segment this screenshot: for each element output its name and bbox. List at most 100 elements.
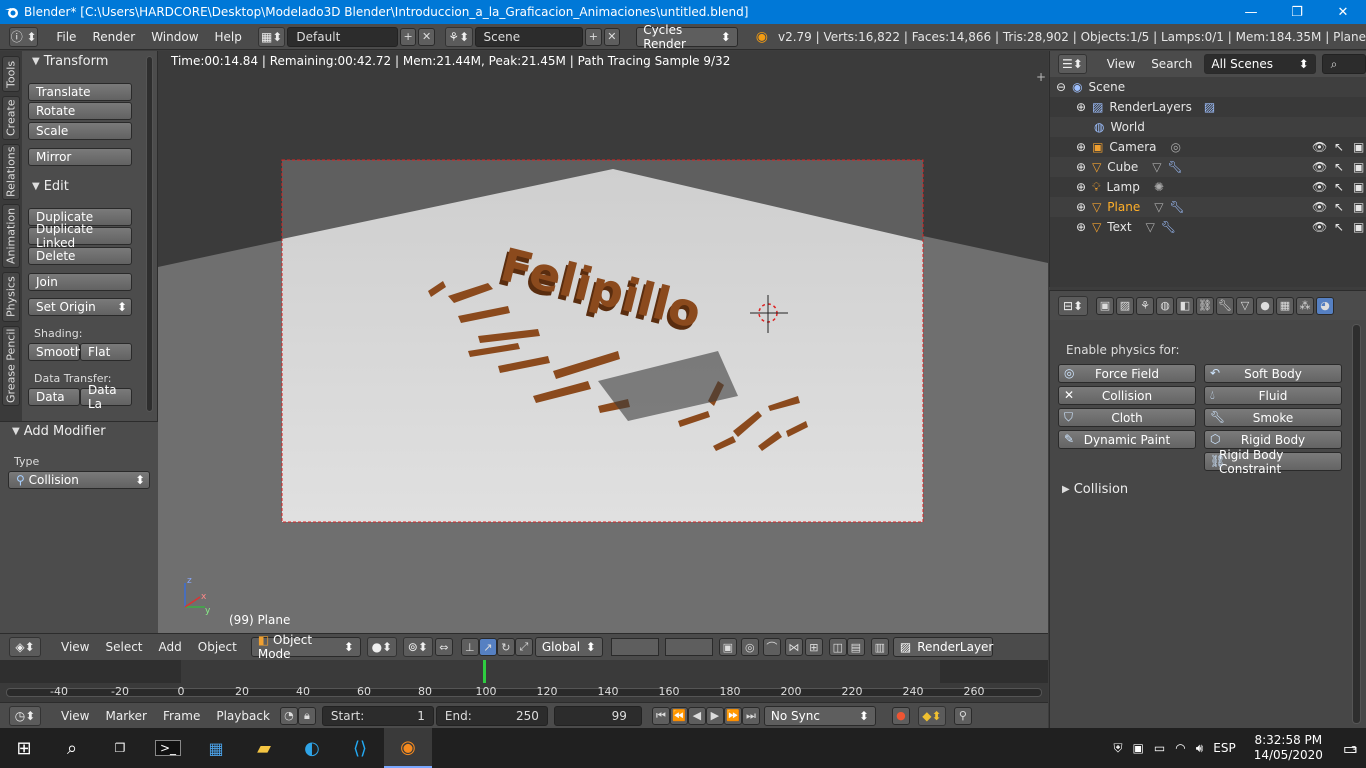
- renderable-camera-icon[interactable]: ▣: [1353, 200, 1364, 214]
- control-panel-app[interactable]: ▦: [192, 728, 240, 768]
- tab-animation[interactable]: Animation: [2, 204, 20, 268]
- visibility-eye-icon[interactable]: 👁︎: [1312, 140, 1327, 154]
- proportional-edit-icon[interactable]: ◎: [740, 638, 759, 656]
- outliner-menu-view[interactable]: View: [1099, 57, 1143, 71]
- menu-file[interactable]: File: [48, 30, 84, 44]
- edge-app[interactable]: ◐: [288, 728, 336, 768]
- volume-icon[interactable]: 🔊︎: [1196, 741, 1204, 756]
- scene-context-icon[interactable]: ⚘: [1136, 296, 1154, 315]
- language-indicator[interactable]: ESP: [1213, 741, 1235, 755]
- join-button[interactable]: Join: [28, 273, 132, 291]
- visibility-eye-icon[interactable]: 👁︎: [1312, 220, 1327, 234]
- menu-render[interactable]: Render: [84, 30, 143, 44]
- timeline-menu-marker[interactable]: Marker: [97, 709, 154, 723]
- menu-view[interactable]: View: [53, 640, 97, 654]
- menu-select[interactable]: Select: [97, 640, 150, 654]
- transform-widget-icon[interactable]: ⊥: [460, 638, 479, 656]
- viewport-shading-button[interactable]: ●⬍: [366, 637, 397, 657]
- play-reverse-icon[interactable]: ◀: [687, 706, 706, 725]
- properties-scrollbar[interactable]: [1352, 324, 1361, 724]
- timeline-menu-playback[interactable]: Playback: [208, 709, 278, 723]
- mirror-button[interactable]: Mirror: [28, 148, 132, 166]
- edit-panel-header[interactable]: ▼ Edit: [32, 179, 69, 194]
- outliner-row-text[interactable]: ⊕ ▽ Text ▽ 🔧︎ 👁︎ ↖ ▣: [1050, 217, 1366, 237]
- outliner-row-plane[interactable]: ⊕ ▽ Plane ▽ 🔧︎ 👁︎ ↖ ▣: [1050, 197, 1366, 217]
- tool-shelf-scrollbar[interactable]: [146, 56, 153, 412]
- outliner-row-cube[interactable]: ⊕ ▽ Cube ▽ 🔧︎ 👁︎ ↖ ▣: [1050, 157, 1366, 177]
- start-button[interactable]: ⊞: [0, 728, 48, 768]
- 3d-viewport[interactable]: Felipillo Felipillo z x y + Time:00:14.8…: [158, 51, 1048, 633]
- editor-type-properties-button[interactable]: ⊟⬍: [1058, 295, 1088, 316]
- selectable-arrow-icon[interactable]: ↖: [1334, 220, 1344, 234]
- timeline-menu-view[interactable]: View: [53, 709, 97, 723]
- visibility-eye-icon[interactable]: 👁︎: [1312, 160, 1327, 174]
- visibility-eye-icon[interactable]: 👁︎: [1312, 200, 1327, 214]
- keying-tool-icon[interactable]: ⚲: [953, 706, 972, 725]
- wifi-icon[interactable]: ◠: [1175, 741, 1185, 755]
- dynamic-paint-button[interactable]: ✎ Dynamic Paint: [1058, 430, 1196, 449]
- editor-type-outliner-button[interactable]: ☰⬍: [1058, 54, 1087, 74]
- rigid-body-button[interactable]: ⬡ Rigid Body: [1204, 430, 1342, 449]
- region-plus-icon[interactable]: +: [1036, 70, 1046, 84]
- jump-end-icon[interactable]: ⏭: [741, 706, 760, 725]
- timeline-menu-frame[interactable]: Frame: [155, 709, 208, 723]
- modifier-type-dropdown[interactable]: ⚲ Collision ⬍: [8, 471, 150, 489]
- prev-keyframe-icon[interactable]: ⏪: [669, 706, 688, 725]
- preview-range-icon[interactable]: ◔: [279, 706, 298, 725]
- selectable-arrow-icon[interactable]: ↖: [1334, 200, 1344, 214]
- outliner-row-camera[interactable]: ⊕ ▣ Camera ◎ 👁︎ ↖ ▣: [1050, 137, 1366, 157]
- scale-widget-icon[interactable]: ⤢: [514, 638, 533, 656]
- world-context-icon[interactable]: ◍: [1156, 296, 1174, 315]
- orientation-dropdown[interactable]: Global ⬍: [534, 637, 603, 657]
- texture-context-icon[interactable]: ▦: [1276, 296, 1294, 315]
- current-frame-marker[interactable]: [482, 660, 486, 683]
- search-button[interactable]: ⌕: [48, 728, 96, 768]
- current-frame-field[interactable]: 99: [553, 705, 642, 726]
- remove-layout-icon[interactable]: ✕: [418, 27, 435, 46]
- render-animation-icon[interactable]: ▤: [846, 638, 865, 656]
- jump-start-icon[interactable]: ⏮: [651, 706, 670, 725]
- next-keyframe-icon[interactable]: ⏩: [723, 706, 742, 725]
- visibility-eye-icon[interactable]: 👁︎: [1312, 180, 1327, 194]
- vscode-app[interactable]: ⟨⟩: [336, 728, 384, 768]
- physics-context-icon[interactable]: ◕: [1316, 296, 1334, 315]
- render-still-icon[interactable]: ◫: [828, 638, 847, 656]
- scale-button[interactable]: Scale: [28, 122, 132, 140]
- timeline-ruler[interactable]: -40 -20 0 20 40 60 80 100 120 140 160 180 200 220 240 2…: [0, 683, 1048, 701]
- proportional-falloff-icon[interactable]: ⌒: [762, 638, 781, 656]
- constraints-context-icon[interactable]: ⛓: [1196, 296, 1214, 315]
- force-field-button[interactable]: ◎ Force Field: [1058, 364, 1196, 383]
- renderable-camera-icon[interactable]: ▣: [1353, 220, 1364, 234]
- battery-icon[interactable]: ▭: [1154, 741, 1165, 755]
- translate-button[interactable]: Translate: [28, 83, 132, 101]
- material-context-icon[interactable]: ●: [1256, 296, 1274, 315]
- notification-center-button[interactable]: ▭ 3: [1343, 739, 1358, 758]
- pivot-point-button[interactable]: ⊚⬍: [402, 637, 433, 657]
- data-button[interactable]: Data: [28, 388, 80, 406]
- terminal-app[interactable]: >_: [144, 728, 192, 768]
- sync-dropdown[interactable]: No Sync ⬍: [763, 705, 876, 726]
- add-modifier-header[interactable]: ▼ Add Modifier: [12, 424, 106, 439]
- render-engine-dropdown[interactable]: Cycles Render ⬍: [636, 23, 738, 51]
- scene-field[interactable]: Scene: [474, 26, 584, 47]
- security-icon[interactable]: ⛨: [1114, 741, 1123, 756]
- outliner-menu-search[interactable]: Search: [1143, 57, 1200, 71]
- maximize-button[interactable]: ❐: [1274, 0, 1320, 24]
- add-layout-icon[interactable]: +: [399, 27, 417, 46]
- scene-browse-button[interactable]: ⚘⬍: [444, 26, 473, 47]
- screen-layout-browse-button[interactable]: ▦⬍: [257, 26, 286, 47]
- play-icon[interactable]: ▶: [705, 706, 724, 725]
- blender-app[interactable]: ◉: [384, 728, 432, 768]
- tab-grease-pencil[interactable]: Grease Pencil: [2, 326, 20, 406]
- end-frame-field[interactable]: End: 250: [435, 705, 548, 726]
- delete-button[interactable]: Delete: [28, 247, 132, 265]
- renderable-camera-icon[interactable]: ▣: [1353, 160, 1364, 174]
- soft-body-button[interactable]: ↶ Soft Body: [1204, 364, 1342, 383]
- menu-help[interactable]: Help: [207, 30, 250, 44]
- timeline-scrollbar[interactable]: [6, 688, 1042, 697]
- modifiers-context-icon[interactable]: 🔧︎: [1216, 296, 1234, 315]
- flat-button[interactable]: Flat: [80, 343, 132, 361]
- editor-type-info-button[interactable]: ⓘ ⬍: [9, 26, 39, 47]
- close-button[interactable]: ✕: [1320, 0, 1366, 24]
- task-view-button[interactable]: ❐: [96, 728, 144, 768]
